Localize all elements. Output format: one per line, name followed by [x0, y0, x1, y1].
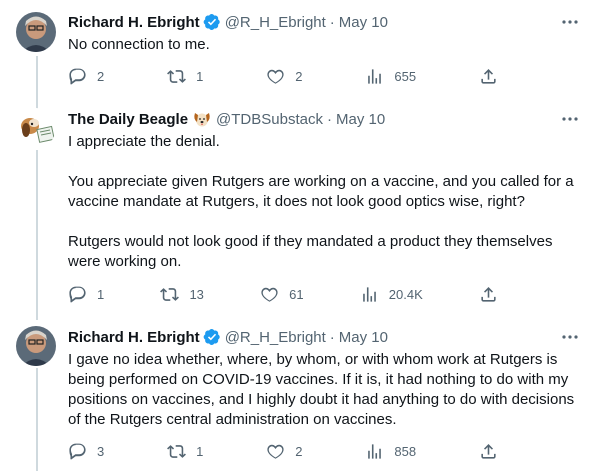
- views-count: 20.4K: [388, 286, 423, 302]
- separator-dot: ·: [329, 13, 335, 31]
- reply-button[interactable]: 1: [68, 285, 104, 304]
- heart-icon: [267, 444, 284, 459]
- action-bar: 2 1 2 655: [68, 66, 498, 86]
- heart-icon: [267, 69, 284, 84]
- retweet-icon: [167, 69, 187, 83]
- retweet-count: 1: [196, 68, 204, 84]
- dog-face-emoji-icon: [192, 110, 212, 128]
- views-count: 858: [394, 443, 417, 459]
- reply-count: 2: [97, 68, 105, 84]
- tweet-paragraph: I gave no idea whether, where, by whom, …: [68, 351, 575, 428]
- views-icon: [368, 443, 382, 459]
- reply-count: 3: [97, 443, 105, 459]
- avatar[interactable]: [16, 326, 56, 366]
- avatar[interactable]: [16, 108, 56, 148]
- retweet-button[interactable]: 1: [167, 442, 203, 461]
- reply-icon: [69, 68, 86, 84]
- author-handle[interactable]: @TDBSubstack: [216, 111, 323, 128]
- like-button[interactable]: 61: [260, 285, 304, 304]
- tweet-date[interactable]: May 10: [339, 329, 388, 346]
- share-icon: [481, 68, 496, 84]
- views-button[interactable]: 858: [365, 442, 416, 461]
- tweet[interactable]: Richard H. Ebright @R_H_Ebright · May 10…: [0, 318, 598, 471]
- verified-badge-icon: [203, 13, 221, 31]
- tweet-text: I appreciate the denial. You appreciate …: [68, 132, 584, 272]
- tweet-text: No connection to me.: [68, 35, 584, 55]
- more-options-icon[interactable]: [560, 109, 580, 129]
- tweet-date[interactable]: May 10: [339, 14, 388, 31]
- reply-icon: [69, 286, 86, 302]
- tweet-paragraph: I appreciate the denial.: [68, 133, 220, 150]
- reply-button[interactable]: 3: [68, 442, 104, 461]
- share-button[interactable]: [479, 285, 498, 304]
- tweet-paragraph: Rutgers would not look good if they mand…: [68, 233, 553, 270]
- share-icon: [481, 443, 496, 459]
- more-options-icon[interactable]: [560, 327, 580, 347]
- views-icon: [368, 68, 382, 84]
- views-button[interactable]: 655: [365, 67, 416, 86]
- author-name[interactable]: The Daily Beagle: [68, 111, 188, 128]
- like-count: 61: [289, 286, 304, 302]
- tweet-paragraph: No connection to me.: [68, 36, 210, 53]
- verified-badge-icon: [203, 328, 221, 346]
- author-handle[interactable]: @R_H_Ebright: [225, 14, 326, 31]
- like-button[interactable]: 2: [266, 67, 302, 86]
- share-icon: [481, 286, 496, 302]
- action-bar: 1 13 61 20.4K: [68, 284, 498, 304]
- heart-icon: [261, 287, 278, 302]
- like-count: 2: [295, 443, 303, 459]
- author-name[interactable]: Richard H. Ebright: [68, 329, 200, 346]
- reply-count: 1: [97, 286, 105, 302]
- tweet-date[interactable]: May 10: [336, 111, 385, 128]
- retweet-icon: [160, 287, 180, 301]
- views-button[interactable]: 20.4K: [360, 285, 423, 304]
- separator-dot: ·: [329, 328, 335, 346]
- tweet-paragraph: You appreciate given Rutgers are working…: [68, 173, 574, 210]
- more-options-icon[interactable]: [560, 12, 580, 32]
- retweet-button[interactable]: 13: [160, 285, 204, 304]
- like-button[interactable]: 2: [266, 442, 302, 461]
- reply-icon: [69, 443, 86, 459]
- reply-button[interactable]: 2: [68, 67, 104, 86]
- views-icon: [362, 286, 376, 302]
- share-button[interactable]: [479, 442, 498, 461]
- author-handle[interactable]: @R_H_Ebright: [225, 329, 326, 346]
- views-count: 655: [394, 68, 417, 84]
- retweet-count: 1: [196, 443, 204, 459]
- like-count: 2: [295, 68, 303, 84]
- avatar[interactable]: [16, 12, 56, 52]
- tweet-text: I gave no idea whether, where, by whom, …: [68, 350, 584, 430]
- retweet-button[interactable]: 1: [167, 67, 203, 86]
- tweet[interactable]: Richard H. Ebright @R_H_Ebright · May 10…: [0, 0, 598, 100]
- retweet-count: 13: [189, 286, 204, 302]
- share-button[interactable]: [479, 67, 498, 86]
- retweet-icon: [167, 444, 187, 458]
- action-bar: 3 1 2 858: [68, 441, 498, 461]
- tweet[interactable]: The Daily Beagle @TDBSubstack · May 10 I…: [0, 100, 598, 318]
- separator-dot: ·: [326, 110, 332, 128]
- author-name[interactable]: Richard H. Ebright: [68, 14, 200, 31]
